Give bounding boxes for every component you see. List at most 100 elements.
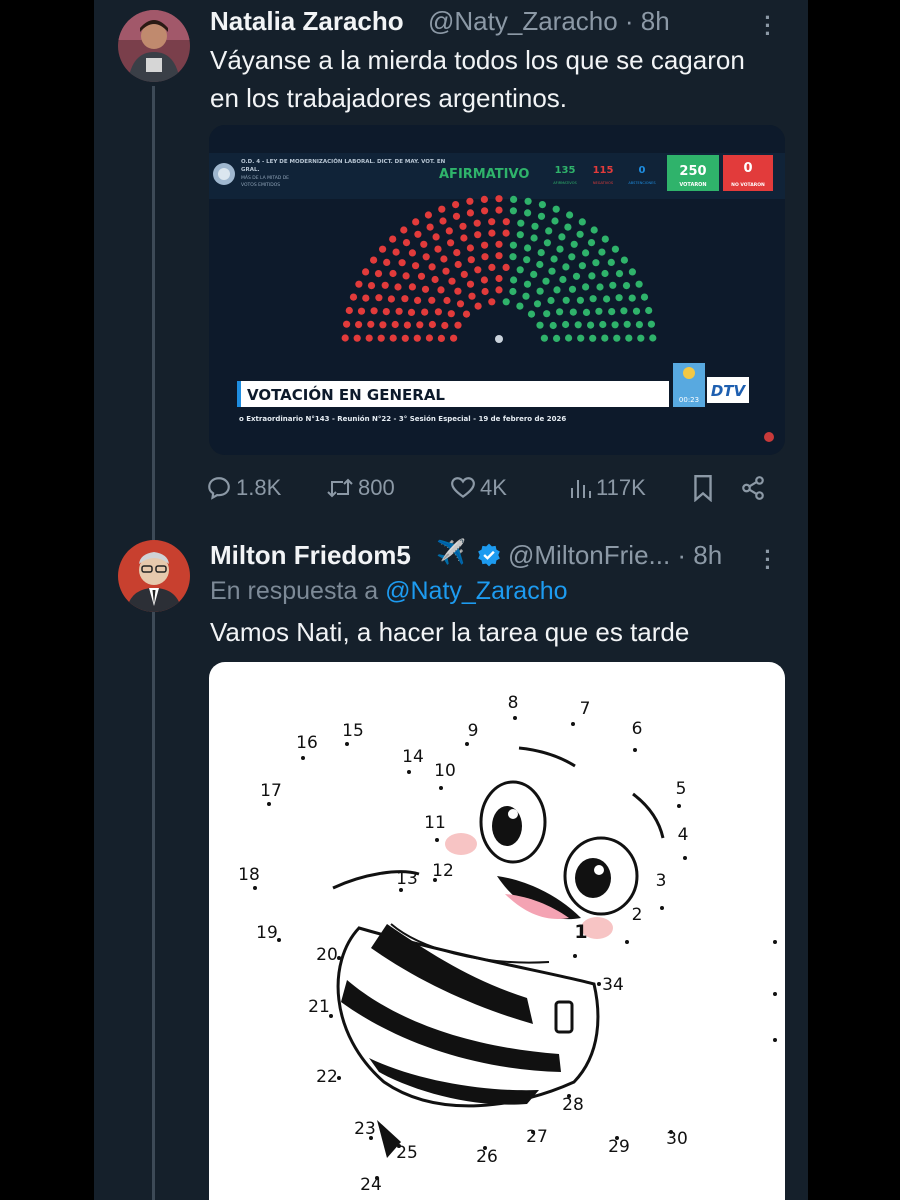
seat-dot (466, 197, 474, 205)
seat-dot (601, 334, 609, 342)
seat-dot (565, 334, 573, 342)
seat-dot (402, 239, 411, 247)
seat-dot (603, 295, 611, 303)
views-button[interactable]: 117K (568, 470, 646, 506)
author-name[interactable]: Natalia Zaracho (210, 6, 404, 37)
more-options-icon[interactable]: · · · (762, 541, 774, 579)
dot-to-dot-graphic: 1234567891011121314151617181920212223242… (238, 693, 777, 1195)
verified-badge-icon (478, 543, 500, 567)
seat-dot (509, 253, 517, 261)
bookmark-button[interactable] (692, 470, 714, 506)
seat-dot (536, 260, 544, 269)
seat-dot (516, 231, 524, 239)
dot-number-16: 16 (296, 733, 318, 753)
seat-dot (596, 283, 604, 291)
vote-majority-line-1: MÁS DE LA MITAD DE (241, 174, 289, 181)
seat-dot (392, 248, 400, 256)
like-count: 4K (480, 475, 507, 500)
presidency-seat (495, 335, 503, 343)
seat-dot (447, 239, 455, 247)
seat-dot (587, 321, 595, 329)
seat-dot (389, 269, 397, 278)
seat-dot (551, 217, 559, 225)
retweet-button[interactable]: 800 (326, 470, 395, 506)
seat-dot (545, 227, 553, 235)
seat-dot (402, 272, 410, 280)
seat-dot (592, 259, 600, 267)
seat-dot (613, 334, 621, 342)
vote-majority-line-2: VOTOS EMITIDOS (241, 182, 280, 188)
dot-point-19 (277, 938, 281, 942)
seat-dot (611, 321, 619, 329)
seat-dot (576, 296, 584, 304)
seat-dot (522, 292, 530, 300)
dot-point-22 (337, 1076, 341, 1080)
avatar[interactable] (118, 10, 190, 82)
reply-mention-link[interactable]: @Naty_Zaracho (385, 577, 567, 605)
seat-dot (481, 241, 489, 249)
seat-dot (379, 321, 387, 329)
author-name[interactable]: Milton Friedom5 (210, 540, 411, 571)
seat-dot (582, 308, 591, 316)
seat-dot (510, 195, 518, 203)
seat-dot (542, 277, 550, 285)
reply-button[interactable]: 1.8K (206, 470, 281, 506)
dot-point-18 (253, 886, 257, 890)
seat-dot (389, 334, 397, 342)
dot-number-10: 10 (434, 761, 456, 781)
seat-dot (425, 334, 433, 342)
avatar-photo (118, 540, 190, 612)
views-icon (571, 480, 591, 498)
seat-dot (578, 218, 586, 226)
dot-number-11: 11 (424, 813, 446, 833)
dot-point-6 (633, 748, 637, 752)
seat-dot (474, 302, 482, 310)
seat-dot (568, 253, 576, 261)
seat-dot (548, 267, 556, 275)
seat-dot (443, 296, 451, 305)
seat-dot (370, 307, 378, 315)
seat-dot (625, 334, 633, 342)
seat-dot (536, 321, 544, 329)
seat-dot (574, 321, 582, 329)
seat-dot (481, 253, 489, 261)
seat-dot (562, 263, 570, 271)
seat-dot (414, 230, 422, 238)
dot-number-3: 3 (656, 871, 667, 891)
seat-dot (428, 320, 436, 329)
avatar[interactable] (118, 540, 190, 612)
seat-dot (502, 298, 510, 306)
seat-dot (523, 280, 532, 288)
seat-dot (562, 320, 570, 329)
handle-and-time[interactable]: @MiltonFrie... · 8h (508, 540, 722, 571)
seat-dot (434, 308, 442, 316)
like-button[interactable]: 4K (450, 470, 507, 506)
dot-point-17 (267, 802, 271, 806)
seat-dot (375, 294, 383, 302)
seat-dot (537, 249, 545, 257)
more-options-icon[interactable]: · · · (762, 7, 774, 45)
seat-dot (379, 245, 387, 253)
seat-dot (437, 334, 445, 342)
seat-dot (540, 334, 548, 342)
seat-dot (509, 241, 517, 249)
seat-dot (468, 292, 476, 300)
seat-dot (509, 207, 517, 215)
seat-dot (553, 286, 561, 294)
share-button[interactable] (740, 470, 766, 506)
tweet-media-vote-board[interactable]: O.D. 4 - LEY DE MODERNIZACIÓN LABORAL. D… (209, 125, 785, 455)
votaron-count: 250 (679, 164, 706, 179)
seat-dot (345, 306, 353, 315)
dot-number-17: 17 (260, 781, 282, 801)
handle-and-time[interactable]: @Naty_Zaracho · 8h (428, 6, 670, 37)
seat-dot (362, 268, 370, 276)
seat-dot (549, 321, 557, 330)
dot-point-32 (773, 992, 777, 996)
seat-dot (527, 310, 536, 318)
tweet-media-dot-to-dot[interactable]: 1 2 3 4 5 6 7 8 9 10 11 12 13 14 15 16 17 18 19 20 21 22 23 24 2… (209, 662, 785, 1200)
dot-point-30 (669, 1130, 673, 1134)
afirmativos-count: 135 (555, 165, 576, 176)
seat-dot (645, 306, 653, 315)
reply-icon (208, 477, 230, 500)
seat-dot (349, 293, 358, 301)
